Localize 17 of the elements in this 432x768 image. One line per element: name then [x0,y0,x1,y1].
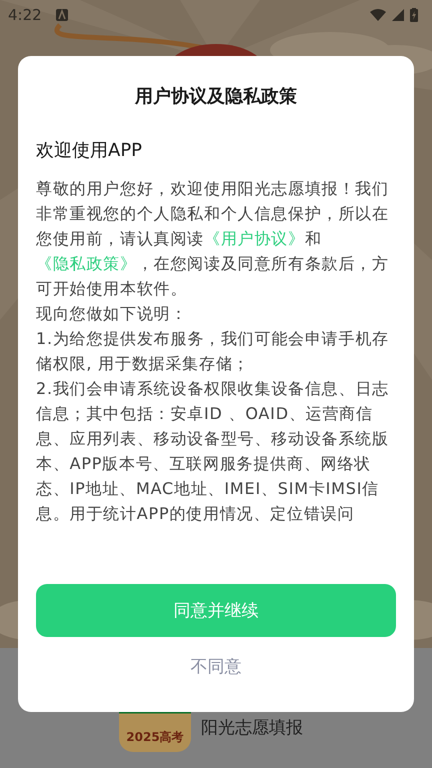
policy-paragraph: 现向您做如下说明： [36,303,188,325]
policy-link[interactable]: 《用户协议》 [204,229,305,248]
welcome-heading: 欢迎使用APP [36,139,144,162]
policy-link[interactable]: 《隐私政策》 [36,254,137,273]
policy-paragraph: 2.我们会申请系统设备权限收集设备信息、日志信息；其中包括：安卓ID 、OAID、运营商信息、应用列表、移动设备型号、移动设备系统版本、APP版本号、互联网服务提供商、网络状态、IP地址、MAC地址、IMEI、SIM卡IMSI信息。用于统计APP的使用情况、定位错误问 [36,378,390,525]
status-time: 4:22 [8,6,42,24]
notification-icon [56,9,68,21]
signal-icon [392,9,404,21]
disagree-button[interactable]: 不同意 [180,651,252,682]
app-name: 阳光志愿填报 [201,717,303,739]
agree-button[interactable]: 同意并继续 [36,584,396,637]
policy-paragraph: 尊敬的用户您好，欢迎使用阳光志愿填报！我们非常重视您的个人隐私和个人信息保护，所以在您使用前，请认真阅读《用户协议》和 《隐私政策》，在您阅读及同意所有条款后，方可开始使用本软件。 [36,178,390,300]
wifi-icon [370,9,386,21]
policy-paragraph: 1.为给您提供发布服务，我们可能会申请手机存储权限, 用于数据采集存储； [36,328,390,375]
battery-icon [410,8,418,22]
app-icon-label: 2025高考 [126,729,184,746]
dialog-title: 用户协议及隐私政策 [134,85,298,108]
